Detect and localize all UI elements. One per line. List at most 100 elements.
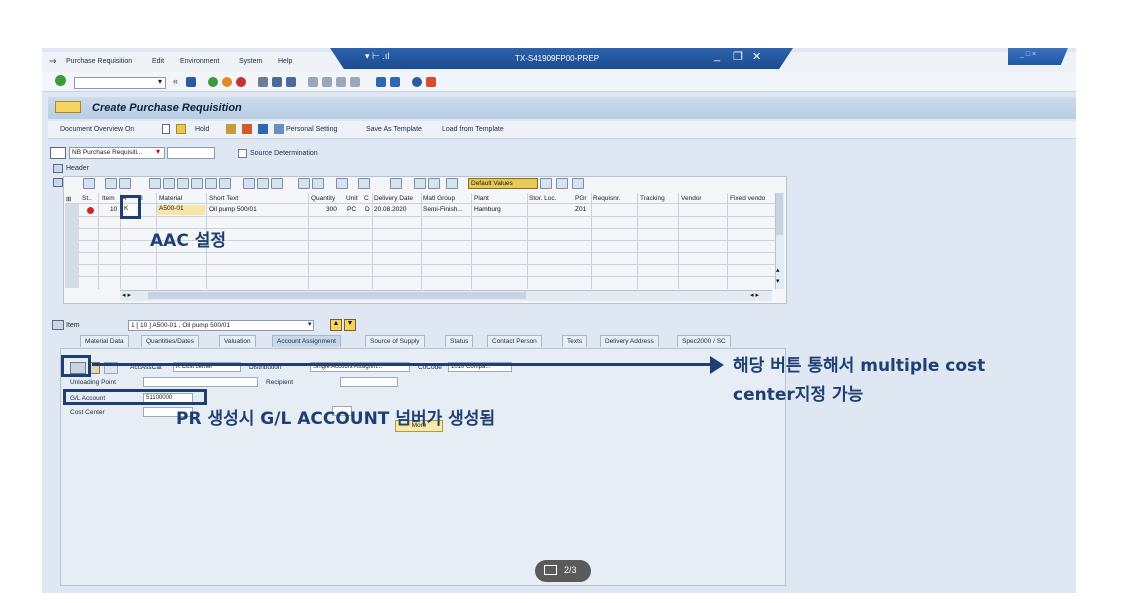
document-number-field[interactable] (167, 147, 215, 159)
column-header-requisnr[interactable]: Requisnr. (593, 195, 620, 202)
document-overview-button[interactable]: Document Overview On (60, 126, 134, 133)
graphic-icon[interactable] (298, 178, 310, 189)
column-header-delivery-date[interactable]: Delivery Date (374, 195, 413, 202)
tab-valuation[interactable]: Valuation (219, 335, 256, 347)
menu-system[interactable]: System (239, 58, 262, 65)
column-header-matl-group[interactable]: Matl Group (423, 195, 455, 202)
first-page-icon[interactable] (308, 77, 318, 87)
abc-analysis-icon[interactable] (312, 178, 324, 189)
new-document-icon[interactable] (162, 124, 170, 134)
next-page-icon[interactable] (336, 77, 346, 87)
export-icon[interactable] (243, 178, 255, 189)
column-header-tracking[interactable]: Tracking (640, 195, 665, 202)
outer-window-controls[interactable]: _ □ × (1008, 48, 1068, 65)
restore-icon[interactable]: ❐ (733, 50, 743, 63)
item-select[interactable]: 1 [ 10 ] A500-01 , Oil pump 500/01 (128, 320, 314, 331)
shortcut-icon[interactable] (390, 77, 400, 87)
chevron-down-icon[interactable]: ▾ (158, 77, 162, 86)
close-icon[interactable]: ✕ (752, 50, 761, 63)
layout-icon[interactable] (257, 178, 269, 189)
chevron-down-icon[interactable]: ▾ (308, 320, 312, 328)
save-icon[interactable] (186, 77, 196, 87)
deselect-all-icon[interactable] (163, 178, 175, 189)
personal-setting-button[interactable]: Personal Setting (286, 126, 337, 133)
cell-material[interactable]: A500-01 (157, 205, 205, 215)
column-header-pgr[interactable]: PGr (575, 195, 587, 202)
item-overview-collapse-icon[interactable] (53, 178, 63, 187)
chevron-down-icon[interactable]: ▾ (156, 147, 160, 156)
info-icon[interactable] (390, 178, 402, 189)
find-icon[interactable] (272, 77, 282, 87)
document-type-select[interactable]: NB Purchase Requisiti... (69, 147, 165, 159)
column-header-plant[interactable]: Plant (474, 195, 489, 202)
details-icon[interactable] (83, 178, 95, 189)
personal-setting-icon[interactable] (274, 124, 284, 134)
info-icon[interactable] (258, 124, 268, 134)
menu-icon[interactable]: ⇒ (49, 56, 57, 67)
new-session-icon[interactable] (376, 77, 386, 87)
column-header-status[interactable]: St.. (82, 195, 92, 202)
spreadsheet-icon[interactable] (358, 178, 370, 189)
scroll-down-icon[interactable]: ▾ (776, 277, 780, 285)
column-header-stor-loc[interactable]: Stor. Loc. (529, 195, 556, 202)
horizontal-scroll-thumb[interactable] (148, 292, 526, 299)
row-selector-column[interactable] (65, 204, 79, 288)
sort-descending-icon[interactable] (191, 178, 203, 189)
tab-spec2000-sc[interactable]: Spec2000 / SC (677, 335, 731, 347)
find-next-icon[interactable] (286, 77, 296, 87)
delete-row-icon[interactable] (119, 178, 131, 189)
messages-icon[interactable] (242, 124, 252, 134)
slide-pager[interactable]: 2/3 (535, 560, 591, 582)
vertical-scroll-thumb[interactable] (776, 193, 783, 235)
tab-delivery-address[interactable]: Delivery Address (600, 335, 659, 347)
command-field[interactable] (74, 77, 166, 89)
select-all-rows-icon[interactable]: ⊞ (66, 195, 71, 203)
print-icon[interactable] (258, 77, 268, 87)
open-document-icon[interactable] (176, 124, 186, 134)
previous-item-icon[interactable]: ▲ (330, 319, 342, 331)
enter-icon[interactable] (55, 75, 66, 86)
account-assignment-overview-icon[interactable] (414, 178, 426, 189)
scroll-left-icon[interactable]: ◂ ▸ (122, 291, 131, 299)
tab-material-data[interactable]: Material Data (80, 335, 129, 347)
limits-icon[interactable] (446, 178, 458, 189)
services-icon[interactable] (428, 178, 440, 189)
print-preview-icon[interactable] (336, 178, 348, 189)
recipient-field[interactable] (340, 377, 398, 387)
save-as-template-button[interactable]: Save As Template (366, 126, 422, 133)
column-header-item[interactable]: Item (102, 195, 115, 202)
copy-icon[interactable] (105, 178, 117, 189)
tab-contact-person[interactable]: Contact Person (487, 335, 542, 347)
unloading-point-field[interactable] (143, 377, 258, 387)
column-header-item-cat[interactable]: I (141, 195, 143, 202)
item-collapse-icon[interactable] (52, 320, 64, 330)
hold-button[interactable]: Hold (195, 126, 209, 133)
dropdown-icon[interactable]: ▾ ⊢ .ıl (365, 51, 389, 62)
overview-toggle-icon[interactable] (55, 101, 81, 113)
next-item-icon[interactable]: ▼ (344, 319, 356, 331)
customize-layout-icon[interactable] (426, 77, 436, 87)
tab-source-of-supply[interactable]: Source of Supply (365, 335, 425, 347)
release-strategy-icon[interactable] (556, 178, 568, 189)
column-header-fixed-vendor[interactable]: Fixed vendo (730, 195, 765, 202)
default-values-button[interactable]: Default Values (468, 178, 538, 189)
sum-icon[interactable] (219, 178, 231, 189)
tab-texts[interactable]: Texts (562, 335, 588, 347)
cart-icon[interactable] (50, 147, 66, 159)
error-status-icon[interactable] (87, 207, 94, 214)
hierarchy-icon[interactable] (572, 178, 584, 189)
column-header-material[interactable]: Material (159, 195, 182, 202)
load-from-template-button[interactable]: Load from Template (442, 126, 504, 133)
cancel-icon[interactable] (236, 77, 246, 87)
menu-environment[interactable]: Environment (180, 58, 219, 65)
filter-icon[interactable] (205, 178, 217, 189)
tab-account-assignment[interactable]: Account Assignment (272, 335, 341, 347)
column-header-vendor[interactable]: Vendor (681, 195, 702, 202)
attachments-icon[interactable] (540, 178, 552, 189)
help-icon[interactable] (412, 77, 422, 87)
back-icon[interactable] (208, 77, 218, 87)
views-icon[interactable] (271, 178, 283, 189)
scroll-up-icon[interactable]: ▴ (776, 266, 780, 274)
column-header-unit[interactable]: Unit (346, 195, 358, 202)
back-double-icon[interactable]: « (173, 76, 178, 86)
